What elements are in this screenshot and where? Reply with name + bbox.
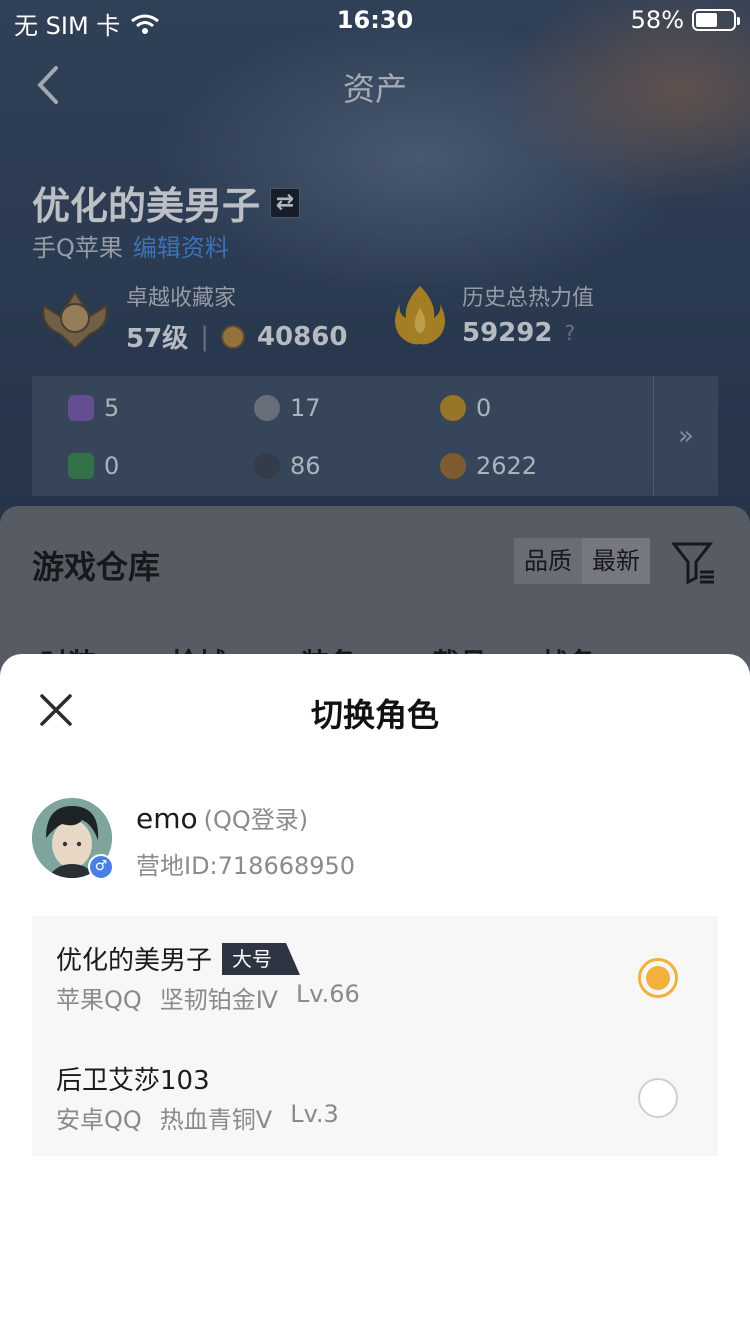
role-meta: 安卓QQ 热血青铜Ⅴ Lv.3	[56, 1100, 339, 1135]
account-nickname: emo	[136, 802, 198, 835]
role-rank: 热血青铜Ⅴ	[159, 1106, 273, 1134]
role-rank: 坚韧铂金Ⅳ	[159, 986, 278, 1014]
role-platform: 安卓QQ	[56, 1106, 142, 1134]
role-list: 优化的美男子 大号 苹果QQ 坚韧铂金Ⅳ Lv.66 后卫艾莎103 安卓QQ …	[32, 916, 718, 1156]
gender-male-icon: ♂	[88, 854, 114, 880]
role-level: Lv.3	[290, 1100, 339, 1128]
role-level: Lv.66	[295, 980, 360, 1008]
main-account-badge: 大号	[222, 942, 301, 975]
sheet-title: 切换角色	[310, 696, 439, 734]
account-info: ♂ emo (QQ登录) 营地ID:718668950	[32, 796, 718, 886]
role-name: 优化的美男子 大号	[56, 940, 301, 977]
role-name-text: 后卫艾莎103	[56, 1066, 210, 1096]
role-item[interactable]: 后卫艾莎103 安卓QQ 热血青铜Ⅴ Lv.3	[32, 1036, 718, 1156]
battery-tip	[737, 17, 740, 25]
role-radio-unselected[interactable]	[638, 1078, 678, 1118]
switch-role-sheet: 切换角色 ♂ emo (QQ登录) 营地ID:718668950 优化的美男子 大…	[0, 654, 750, 1334]
role-item[interactable]: 优化的美男子 大号 苹果QQ 坚韧铂金Ⅳ Lv.66	[32, 916, 718, 1036]
status-bar: 无 SIM 卡 16:30 58%	[0, 0, 750, 40]
role-meta: 苹果QQ 坚韧铂金Ⅳ Lv.66	[56, 980, 360, 1015]
role-platform: 苹果QQ	[56, 986, 142, 1014]
role-name: 后卫艾莎103	[56, 1060, 210, 1097]
account-name: emo (QQ登录)	[136, 800, 308, 835]
login-type: (QQ登录)	[203, 806, 309, 834]
role-name-text: 优化的美男子	[56, 946, 213, 976]
account-id: 营地ID:718668950	[136, 852, 356, 880]
battery-icon	[692, 9, 740, 31]
role-radio-selected[interactable]	[638, 958, 678, 998]
battery-percent: 58%	[630, 6, 684, 34]
status-right: 58%	[630, 6, 740, 34]
battery-fill	[696, 13, 717, 27]
